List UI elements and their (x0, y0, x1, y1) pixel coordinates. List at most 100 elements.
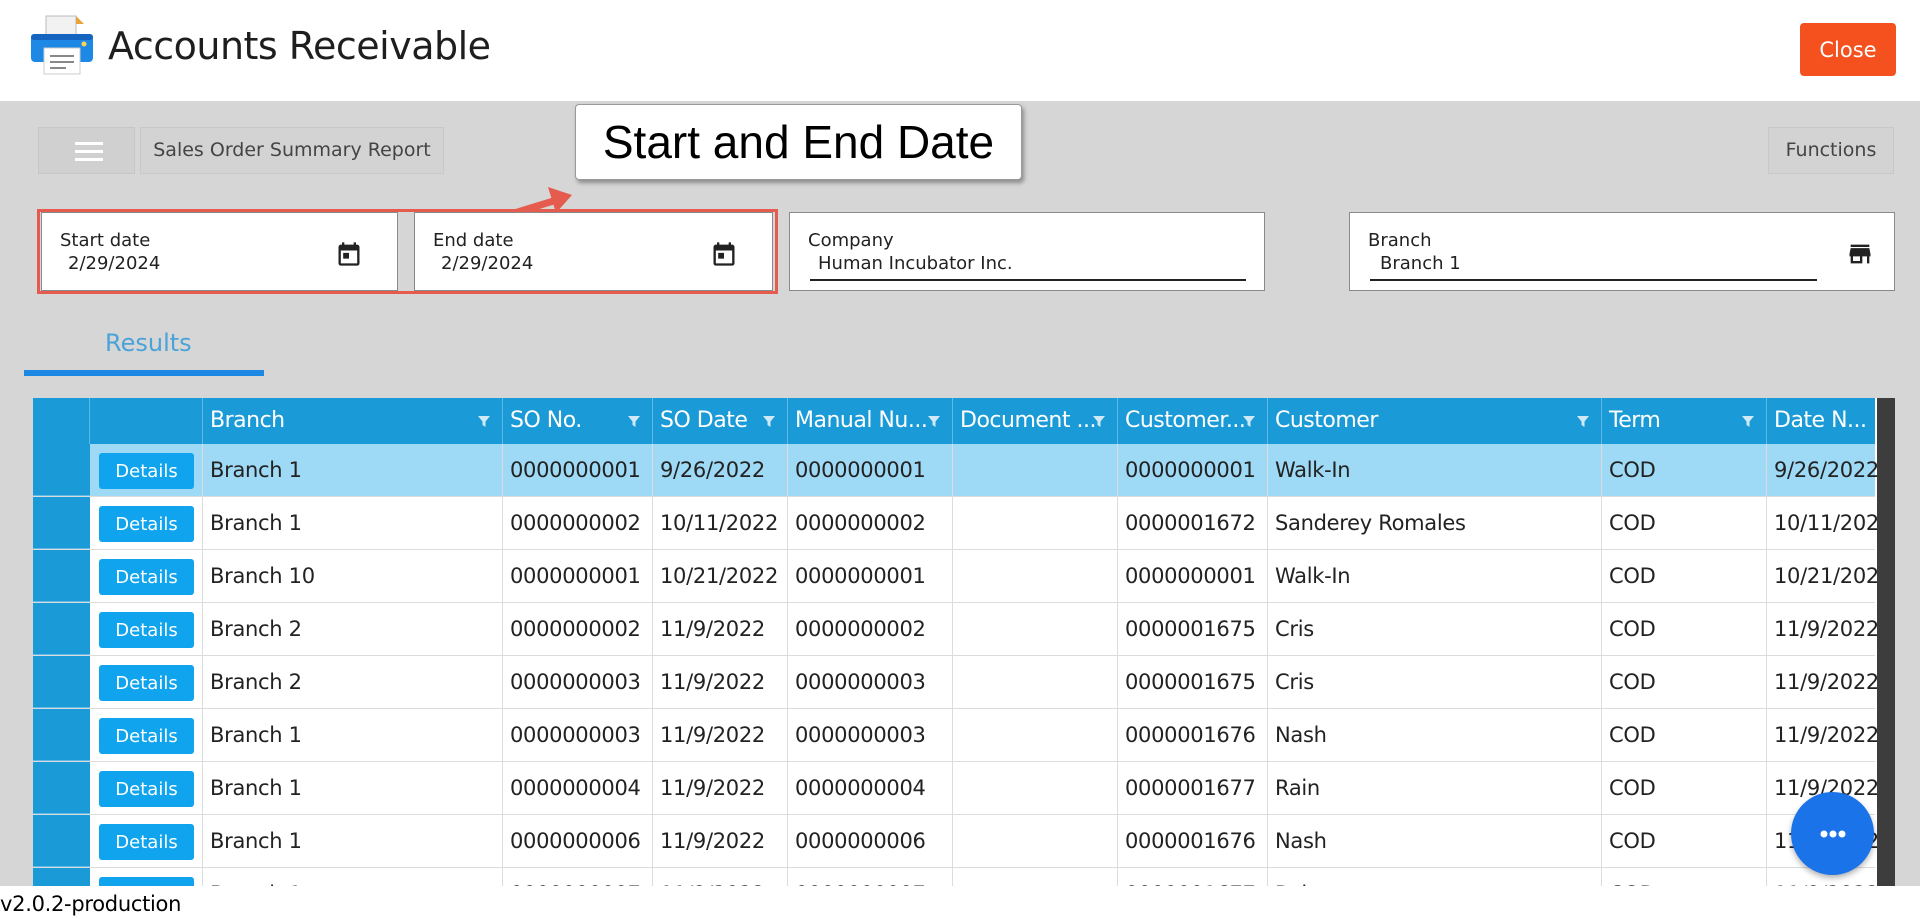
table-cell: Cris (1268, 603, 1602, 656)
details-button[interactable]: Details (99, 453, 194, 489)
row-selector[interactable] (33, 603, 90, 655)
table-cell: COD (1602, 815, 1767, 868)
table-cell: 10/21/2022 (1767, 550, 1895, 603)
column-header[interactable]: Date N... (1767, 398, 1895, 444)
calendar-icon[interactable] (335, 240, 363, 268)
row-selector[interactable] (33, 868, 90, 886)
filter-icon[interactable] (927, 415, 941, 428)
table-cell: Branch 1 (203, 868, 503, 886)
branch-field[interactable]: Branch Branch 1 (1349, 212, 1895, 291)
column-header[interactable]: SO No. (503, 398, 653, 444)
table-cell: 0000000002 (788, 497, 953, 550)
table-row[interactable]: Details Branch 1 0000000003 11/9/2022 000000… (33, 709, 1879, 762)
table-cell: 11/9/2022 (653, 868, 788, 886)
row-selector[interactable] (33, 497, 90, 549)
table-cell: 0000001677 (1118, 762, 1268, 815)
details-button[interactable]: Details (99, 824, 194, 860)
column-header[interactable]: Manual Nu... (788, 398, 953, 444)
filter-icon[interactable] (1741, 415, 1755, 428)
table-cell (953, 868, 1118, 886)
details-button[interactable]: Details (99, 559, 194, 595)
table-cell: Nash (1268, 815, 1602, 868)
details-button[interactable]: Details (99, 665, 194, 701)
table-cell: 0000000001 (503, 444, 653, 497)
column-header[interactable]: Branch (203, 398, 503, 444)
column-header[interactable]: Customer... (1118, 398, 1268, 444)
table-cell: 11/9/2022 (653, 656, 788, 709)
table-row[interactable]: Details Branch 2 0000000003 11/9/2022 000000… (33, 656, 1879, 709)
filter-icon[interactable] (1242, 415, 1256, 428)
column-header[interactable]: SO Date (653, 398, 788, 444)
more-actions-button[interactable] (1791, 792, 1874, 875)
tab-results[interactable]: Results (105, 329, 192, 357)
table-cell: 0000000001 (788, 550, 953, 603)
details-button[interactable]: Details (99, 718, 194, 754)
start-date-field[interactable]: Start date 2/29/2024 (41, 212, 398, 291)
printer-icon (31, 15, 93, 75)
filter-icon[interactable] (1576, 415, 1590, 428)
table-cell: Rain (1268, 868, 1602, 886)
table-row[interactable]: Details Branch 1 0000000001 9/26/2022 000000… (33, 444, 1879, 497)
end-date-field[interactable]: End date 2/29/2024 (414, 212, 773, 291)
main-panel: Sales Order Summary Report Functions Sta… (0, 101, 1920, 886)
table-cell: COD (1602, 444, 1767, 497)
branch-underline (1370, 279, 1817, 281)
table-cell: 0000000007 (503, 868, 653, 886)
table-cell: 0000000001 (503, 550, 653, 603)
branch-value[interactable]: Branch 1 (1380, 253, 1461, 274)
table-cell: 10/21/2022 (653, 550, 788, 603)
table-cell: 0000000003 (788, 709, 953, 762)
row-selector[interactable] (33, 444, 90, 496)
company-field[interactable]: Company Human Incubator Inc. (789, 212, 1265, 291)
row-selector[interactable] (33, 550, 90, 602)
filter-icon[interactable] (627, 415, 641, 428)
calendar-icon[interactable] (710, 240, 738, 268)
details-button[interactable]: Details (99, 612, 194, 648)
end-date-label: End date (433, 230, 514, 251)
row-selector[interactable] (33, 656, 90, 708)
table-cell: 10/11/2022 (1767, 497, 1895, 550)
menu-line (75, 142, 103, 145)
table-cell: 0000001672 (1118, 497, 1268, 550)
table-row[interactable]: Details Branch 1 0000000006 11/9/2022 000000… (33, 815, 1879, 868)
row-selector[interactable] (33, 762, 90, 814)
table-cell: 0000000003 (788, 656, 953, 709)
column-header[interactable]: Document ... (953, 398, 1118, 444)
details-button[interactable]: Details (99, 771, 194, 807)
table-cell: 0000000001 (788, 444, 953, 497)
filter-icon[interactable] (762, 415, 776, 428)
table-cell: 11/9/2022 (653, 603, 788, 656)
table-cell: 0000001676 (1118, 709, 1268, 762)
store-icon[interactable] (1846, 240, 1874, 268)
company-value[interactable]: Human Incubator Inc. (818, 253, 1013, 274)
table-cell (953, 444, 1118, 497)
column-header[interactable]: Customer (1268, 398, 1602, 444)
close-button[interactable]: Close (1800, 23, 1896, 76)
table-cell: Branch 1 (203, 709, 503, 762)
table-cell (953, 497, 1118, 550)
filter-icon[interactable] (1092, 415, 1106, 428)
report-tab[interactable]: Sales Order Summary Report (140, 127, 444, 174)
hamburger-menu-icon[interactable] (38, 127, 135, 174)
table-row[interactable]: Details Branch 1 0000000004 11/9/2022 000000… (33, 762, 1879, 815)
row-selector[interactable] (33, 815, 90, 867)
vertical-scrollbar[interactable] (1877, 398, 1895, 886)
column-header[interactable]: Term (1602, 398, 1767, 444)
start-date-value[interactable]: 2/29/2024 (68, 253, 160, 274)
filter-icon[interactable] (477, 415, 491, 428)
table-row[interactable]: DetailsBranch 1000000000711/9/2022000000… (33, 868, 1879, 886)
header-details (90, 398, 203, 444)
table-cell: Branch 1 (203, 762, 503, 815)
details-button[interactable]: Details (99, 877, 194, 886)
end-date-value[interactable]: 2/29/2024 (441, 253, 533, 274)
functions-button[interactable]: Functions (1768, 127, 1894, 174)
table-row[interactable]: Details Branch 1 0000000002 10/11/2022 00000… (33, 497, 1892, 550)
details-button[interactable]: Details (99, 506, 194, 542)
column-header-label: SO No. (510, 408, 582, 433)
table-row[interactable]: Details Branch 2 0000000002 11/9/2022 000000… (33, 603, 1879, 656)
table-cell: 0000000004 (503, 762, 653, 815)
table-cell: 11/9/2022 (653, 709, 788, 762)
start-date-label: Start date (60, 230, 151, 251)
table-row[interactable]: Details Branch 10 0000000001 10/21/2022 0000… (33, 550, 1892, 603)
row-selector[interactable] (33, 709, 90, 761)
